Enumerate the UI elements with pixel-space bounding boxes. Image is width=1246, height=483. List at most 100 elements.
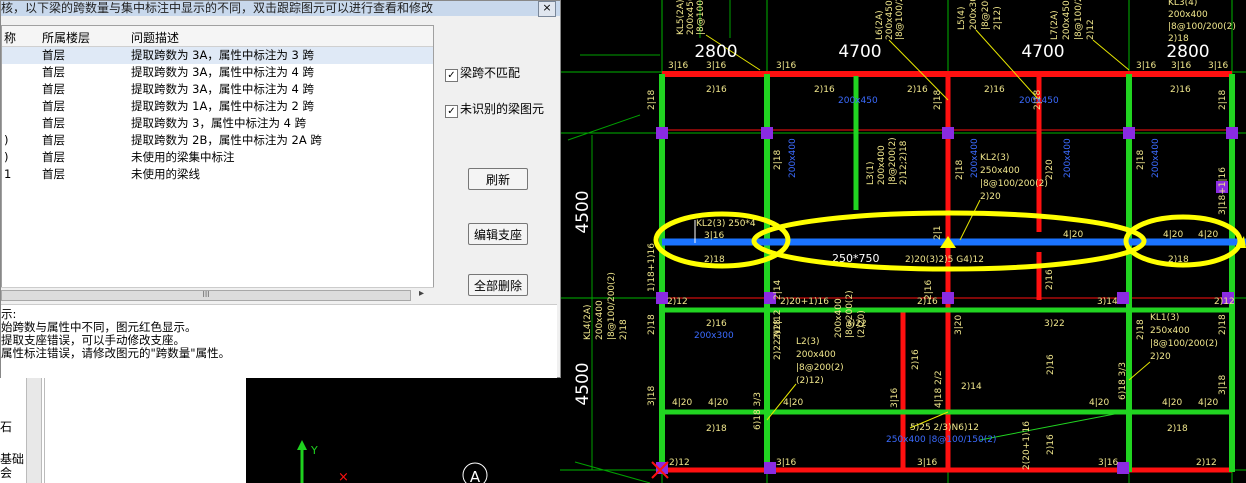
column-header-name[interactable]: 称	[4, 29, 16, 46]
beam-label: 200x450	[1062, 0, 1072, 40]
beam-label: 4|20	[1163, 230, 1183, 240]
close-button[interactable]: ×	[538, 1, 556, 17]
column-marker	[1117, 292, 1129, 304]
beam-label: 6)18 3/3	[1118, 362, 1128, 400]
beam-label: |8@200(2)	[796, 363, 844, 373]
horizontal-scrollbar[interactable]: III ▸	[1, 287, 434, 302]
dialog-title: 核，以下梁的跨数量与集中标注中显示的不同，双击跟踪图元可以进行查看和修改	[1, 1, 560, 16]
checkbox-check-icon[interactable]: ✓	[445, 105, 458, 118]
delete-all-button[interactable]: 全部删除	[468, 274, 528, 296]
beam-label: 3|16	[776, 61, 796, 71]
beam-label: L3(1)	[866, 162, 876, 186]
beam-label: 3|16	[917, 458, 937, 468]
table-row[interactable]: 首层 提取跨数为 3，属性中标注为 4 跨	[2, 115, 433, 132]
beam-label: 4|20	[783, 398, 803, 408]
beam-label: |8@200(2)	[845, 290, 855, 338]
tree-item[interactable]: 石	[0, 418, 12, 435]
beam-label: 2)16	[1170, 85, 1191, 95]
beam-section-label: 200x400	[788, 138, 798, 178]
scroll-right-arrow-icon[interactable]: ▸	[419, 288, 424, 299]
table-row[interactable]: 首层 提取跨数为 3A，属性中标注为 3 跨	[2, 47, 433, 64]
beam-label: 2)18	[1218, 314, 1228, 335]
row-floor: 首层	[42, 116, 65, 130]
beam-label: 2|14	[773, 280, 783, 300]
row-description: 提取跨数为 3A，属性中标注为 4 跨	[131, 82, 314, 96]
beam-label: 4|20	[672, 398, 692, 408]
beam-label: 2)12	[1214, 297, 1235, 307]
checkbox-check-icon[interactable]: ✓	[445, 69, 458, 82]
edit-support-button[interactable]: 编辑支座	[468, 223, 528, 245]
beam-label: 2(20+1)16	[1022, 421, 1032, 470]
row-floor: 首层	[42, 65, 65, 79]
column-header-description[interactable]: 问题描述	[131, 29, 179, 46]
beam-label: 4|20	[708, 398, 728, 408]
beam-label: KL5(2A)	[676, 0, 686, 35]
beam-label: |8@200(2)	[888, 137, 898, 185]
leader-line	[959, 199, 981, 241]
beam-label: 2)12	[1196, 458, 1217, 468]
tree-item[interactable]: 会	[0, 464, 12, 481]
table-row[interactable]: 首层 提取跨数为 3A，属性中标注为 4 跨	[2, 64, 433, 81]
beam-label: 2)12	[667, 297, 688, 307]
panel-divider	[44, 378, 45, 483]
component-tree-panel: 石 基础 会	[0, 378, 246, 483]
beam-label: |8@100/200(	[1074, 0, 1084, 40]
table-row[interactable]: ) 首层 提取跨数为 2B，属性中标注为 2A 跨	[2, 132, 433, 149]
scrollbar-thumb[interactable]: III	[1, 290, 411, 301]
table-row[interactable]: 首层 提取跨数为 3A，属性中标注为 4 跨	[2, 81, 433, 98]
beam-label: 2)20+1)16	[780, 297, 829, 307]
column-header-floor[interactable]: 所属楼层	[42, 29, 90, 46]
beam-label: |8@200(2)	[981, 0, 991, 30]
axis-bubble-label: A	[470, 468, 481, 483]
beam-label: 250x400	[980, 166, 1020, 176]
refresh-button[interactable]: 刷新	[468, 168, 528, 190]
beam-label: L2(3)	[796, 337, 820, 347]
beam-section-label: 200x300	[694, 331, 734, 341]
beam-label: L6(2A)	[875, 10, 885, 40]
beam-label: |8@100/200(2)	[1150, 339, 1218, 349]
beam-label: 3)14	[1097, 297, 1118, 307]
beam-label: 2|18	[1136, 150, 1146, 170]
beam-label: (2)12)	[796, 376, 824, 386]
span-mismatch-checkbox[interactable]: ✓ 梁跨不匹配	[445, 64, 520, 82]
beam-label: KL1(3)	[1150, 313, 1179, 323]
beam-label: 200x450	[885, 0, 895, 40]
beam-label: 2)18	[619, 319, 629, 340]
beam-label: 3|16	[1136, 61, 1156, 71]
beam-label: 3|16	[704, 231, 724, 241]
vertical-scrollbar[interactable]	[26, 378, 42, 483]
column-marker	[656, 127, 668, 139]
beam-label: 3|16	[706, 61, 726, 71]
column-marker	[761, 127, 773, 139]
beam-label: 2)16	[911, 349, 921, 370]
beam-label: 2)16	[907, 85, 928, 95]
unrecognized-beam-checkbox[interactable]: ✓ 未识别的梁图元	[445, 100, 544, 118]
column-marker	[942, 292, 954, 304]
beam-label: 2)16	[1046, 434, 1056, 455]
issue-table: 称 所属楼层 问题描述 首层 提取跨数为 3A，属性中标注为 3 跨首层 提取跨数为…	[1, 25, 434, 301]
beam-label: 2)20	[980, 192, 1001, 202]
beam-label: 5)25 2/3)N6)12	[910, 423, 979, 433]
column-marker	[1117, 462, 1129, 474]
table-row[interactable]: ) 首层 未使用的梁集中标注	[2, 149, 433, 166]
beam-label: 4|20	[1198, 398, 1218, 408]
row-floor: 首层	[42, 82, 65, 96]
beam-label: 250x400	[1150, 326, 1190, 336]
table-header: 称 所属楼层 问题描述	[2, 26, 433, 47]
beam-label: 200x400	[1168, 10, 1208, 20]
table-row[interactable]: 首层 提取跨数为 1A，属性中标注为 2 跨	[2, 98, 433, 115]
beam-label: 2)16	[1046, 354, 1056, 375]
beam-label: 2)12	[1086, 19, 1096, 40]
leader-line	[1128, 361, 1151, 381]
ucs-y-label: Y	[310, 444, 318, 457]
row-description: 提取跨数为 1A，属性中标注为 2 跨	[131, 99, 314, 113]
dimension-line	[574, 461, 651, 483]
beam-label: 2|18	[773, 150, 783, 170]
beam-label: L7(2A)	[1050, 10, 1060, 40]
beam-label: 3|18	[647, 386, 657, 406]
table-row[interactable]: 1 首层 未使用的梁线	[2, 166, 433, 183]
hint-panel: 示: 始跨数与属性中不同，图元红色显示。 提取支座错误，可以手动修改支座。 属性…	[1, 304, 557, 378]
beam-section-label: 200x400	[970, 138, 980, 178]
beam-label: 2|1	[933, 226, 943, 240]
beam-section-label: 200x400	[1151, 138, 1161, 178]
